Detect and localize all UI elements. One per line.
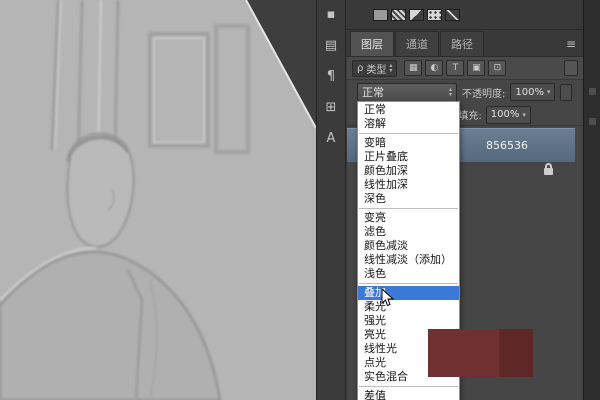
blend-mode-value: 正常 bbox=[362, 84, 384, 100]
opacity-field[interactable]: 100% ▾ bbox=[510, 83, 555, 101]
dropdown-separator bbox=[359, 386, 458, 387]
solid-swatch[interactable] bbox=[373, 9, 388, 21]
adjustment-filter-icon[interactable]: ◐ bbox=[425, 60, 443, 76]
filter-type-select[interactable]: ρ 类型 ▴▾ bbox=[352, 60, 397, 77]
spinner-icon: ▴▾ bbox=[389, 63, 392, 73]
panel-icon-strip: ▪ ▤ ¶ ⊞ A bbox=[316, 0, 346, 400]
checker-swatch[interactable] bbox=[427, 9, 442, 21]
blend-option-强光[interactable]: 强光 bbox=[358, 314, 459, 328]
paragraph-icon[interactable]: ¶ bbox=[321, 68, 341, 86]
blend-option-正常[interactable]: 正常 bbox=[358, 103, 459, 117]
swatches-icon[interactable]: ▪ bbox=[321, 6, 341, 24]
dropdown-separator bbox=[359, 283, 458, 284]
tab-通道[interactable]: 通道 bbox=[395, 31, 439, 56]
fill-label: 填充: bbox=[458, 107, 481, 122]
spinner-icon: ▴▾ bbox=[449, 87, 452, 97]
layer-filter-row: ρ 类型 ▴▾ ▦◐T▣⊡ bbox=[347, 57, 583, 80]
stripe-swatch[interactable] bbox=[391, 9, 406, 21]
swatch-bar bbox=[347, 0, 583, 30]
blend-option-滤色[interactable]: 滤色 bbox=[358, 225, 459, 239]
blend-option-深色[interactable]: 深色 bbox=[358, 192, 459, 206]
blend-option-变暗[interactable]: 变暗 bbox=[358, 136, 459, 150]
fill-field[interactable]: 100% ▾ bbox=[486, 106, 531, 124]
panel-tabs: 图层通道路径 ≡ bbox=[347, 30, 583, 57]
blend-option-正片叠底[interactable]: 正片叠底 bbox=[358, 150, 459, 164]
dropdown-separator bbox=[359, 208, 458, 209]
blend-mode-select[interactable]: 正常 ▴▾ bbox=[357, 83, 457, 102]
styles-icon[interactable]: ▤ bbox=[321, 37, 341, 55]
blend-option-差值[interactable]: 差值 bbox=[358, 389, 459, 400]
search-icon: ρ bbox=[357, 63, 363, 74]
pixel-filter-icon[interactable]: ▦ bbox=[404, 60, 422, 76]
filter-icons: ▦◐T▣⊡ bbox=[404, 60, 506, 76]
chevron-down-icon: ▾ bbox=[522, 111, 526, 119]
document-canvas[interactable] bbox=[0, 0, 316, 400]
embossed-image bbox=[0, 0, 316, 400]
lock-icon bbox=[544, 168, 553, 175]
split-swatch[interactable] bbox=[409, 9, 424, 21]
window-edge-strip bbox=[583, 0, 600, 400]
filter-type-label: 类型 bbox=[366, 61, 386, 76]
glyphs-panel-icon[interactable]: ⊞ bbox=[321, 99, 341, 117]
blend-option-线性减淡（添加）[interactable]: 线性减淡（添加） bbox=[358, 253, 459, 267]
photoshop-window: ▪ ▤ ¶ ⊞ A 图层通道路径 ≡ ρ 类型 ▴▾ ▦◐T▣⊡ 正常 ▴▾ bbox=[0, 0, 600, 400]
blend-option-叠加[interactable]: 叠加 bbox=[358, 286, 459, 300]
chevron-down-icon: ▾ bbox=[547, 88, 551, 96]
edge-grip-icon bbox=[589, 88, 596, 95]
panel-menu-icon[interactable]: ≡ bbox=[566, 38, 576, 50]
character-icon[interactable]: A bbox=[321, 130, 341, 148]
edge-grip-icon bbox=[589, 118, 596, 125]
blend-option-变亮[interactable]: 变亮 bbox=[358, 211, 459, 225]
cross-swatch[interactable] bbox=[445, 9, 460, 21]
type-filter-icon[interactable]: T bbox=[446, 60, 464, 76]
tab-图层[interactable]: 图层 bbox=[350, 31, 394, 56]
opacity-label: 不透明度: bbox=[462, 85, 505, 100]
layer-name: 856536 bbox=[486, 139, 528, 152]
filtering-toggle-button[interactable] bbox=[564, 60, 578, 76]
blend-option-颜色加深[interactable]: 颜色加深 bbox=[358, 164, 459, 178]
smart-object-filter-icon[interactable]: ⊡ bbox=[488, 60, 506, 76]
mouse-cursor-icon bbox=[381, 288, 394, 311]
dropdown-separator bbox=[359, 133, 458, 134]
shape-filter-icon[interactable]: ▣ bbox=[467, 60, 485, 76]
blend-option-浅色[interactable]: 浅色 bbox=[358, 267, 459, 281]
blend-option-颜色减淡[interactable]: 颜色减淡 bbox=[358, 239, 459, 253]
watermark-block bbox=[428, 329, 533, 377]
blend-option-溶解[interactable]: 溶解 bbox=[358, 117, 459, 131]
blend-option-柔光[interactable]: 柔光 bbox=[358, 300, 459, 314]
blend-option-线性加深[interactable]: 线性加深 bbox=[358, 178, 459, 192]
opacity-mini-button[interactable] bbox=[560, 84, 572, 101]
tab-路径[interactable]: 路径 bbox=[440, 31, 484, 56]
